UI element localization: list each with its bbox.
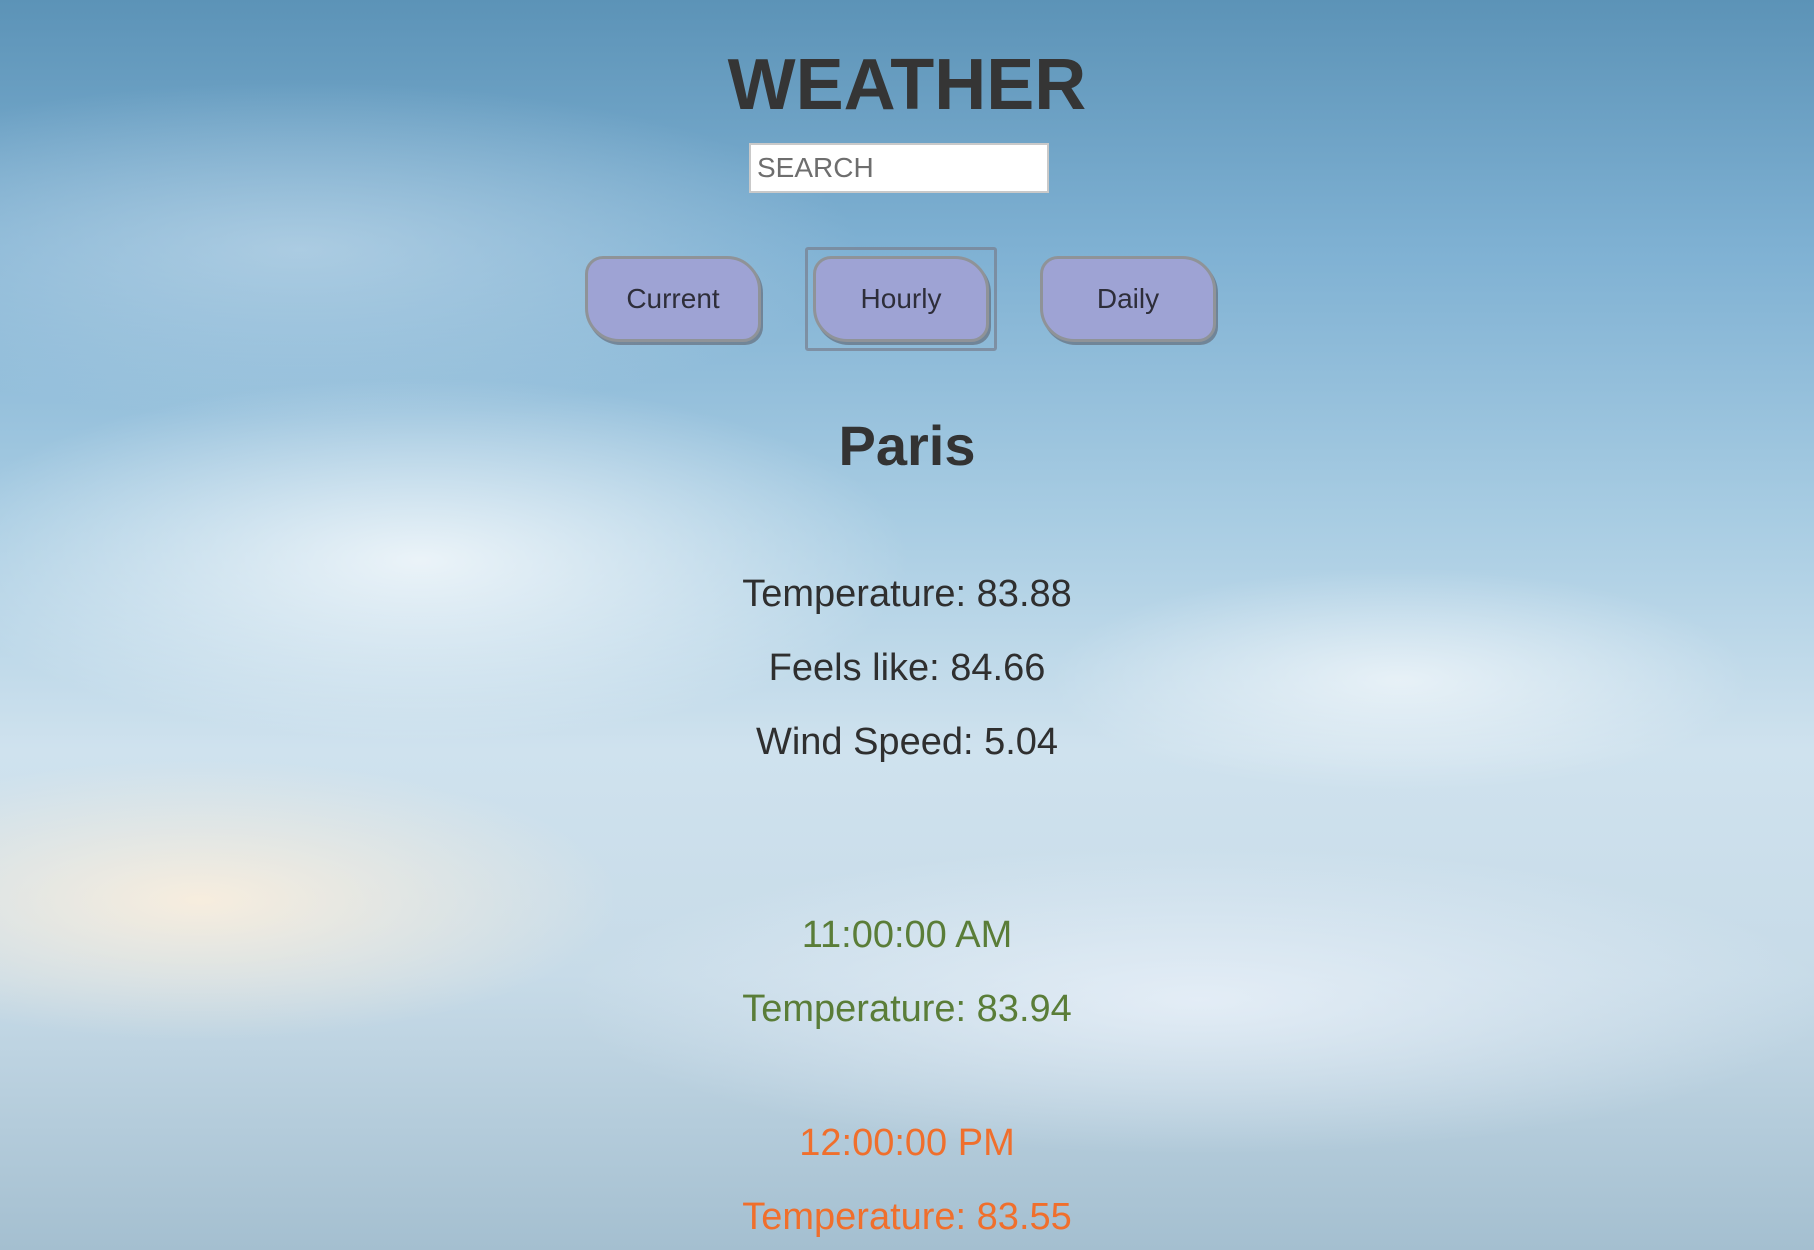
current-button[interactable]: Current — [585, 256, 761, 342]
hourly-button[interactable]: Hourly — [813, 256, 989, 342]
current-feels-like: Feels like: 84.66 — [768, 647, 1046, 689]
hourly-temperature: Temperature: 83.55 — [742, 1196, 1072, 1238]
search-input[interactable] — [749, 143, 1049, 193]
hourly-temperature: Temperature: 83.94 — [742, 988, 1072, 1030]
weather-page: WEATHER Current Hourly Daily Paris Tempe… — [0, 0, 1814, 1250]
page-title: WEATHER — [727, 45, 1087, 125]
daily-button[interactable]: Daily — [1040, 256, 1216, 342]
city-name: Paris — [838, 414, 976, 477]
current-temperature: Temperature: 83.88 — [742, 573, 1072, 615]
current-wind-speed: Wind Speed: 5.04 — [755, 721, 1059, 763]
hourly-time: 12:00:00 PM — [799, 1122, 1015, 1164]
hourly-time: 11:00:00 AM — [801, 914, 1013, 956]
